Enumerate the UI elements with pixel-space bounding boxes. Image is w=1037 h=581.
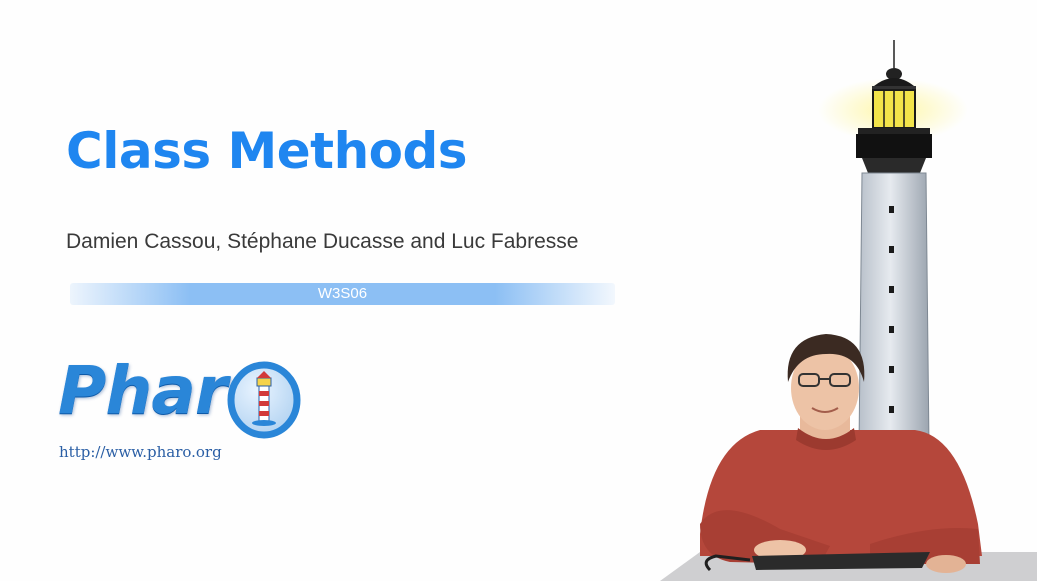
- slide: Class Methods Damien Cassou, Stéphane Du…: [0, 0, 1037, 581]
- pharo-url[interactable]: http://www.pharo.org: [59, 443, 222, 461]
- slide-title: Class Methods: [66, 122, 468, 180]
- presenter-video: [660, 334, 1037, 581]
- lecture-code: W3S06: [317, 285, 368, 302]
- lecture-code-bar: W3S06: [70, 283, 615, 305]
- pharo-logo-text: Phar: [58, 352, 227, 429]
- authors-line: Damien Cassou, Stéphane Ducasse and Luc …: [66, 230, 579, 253]
- pharo-lighthouse-logo-icon: [227, 361, 301, 439]
